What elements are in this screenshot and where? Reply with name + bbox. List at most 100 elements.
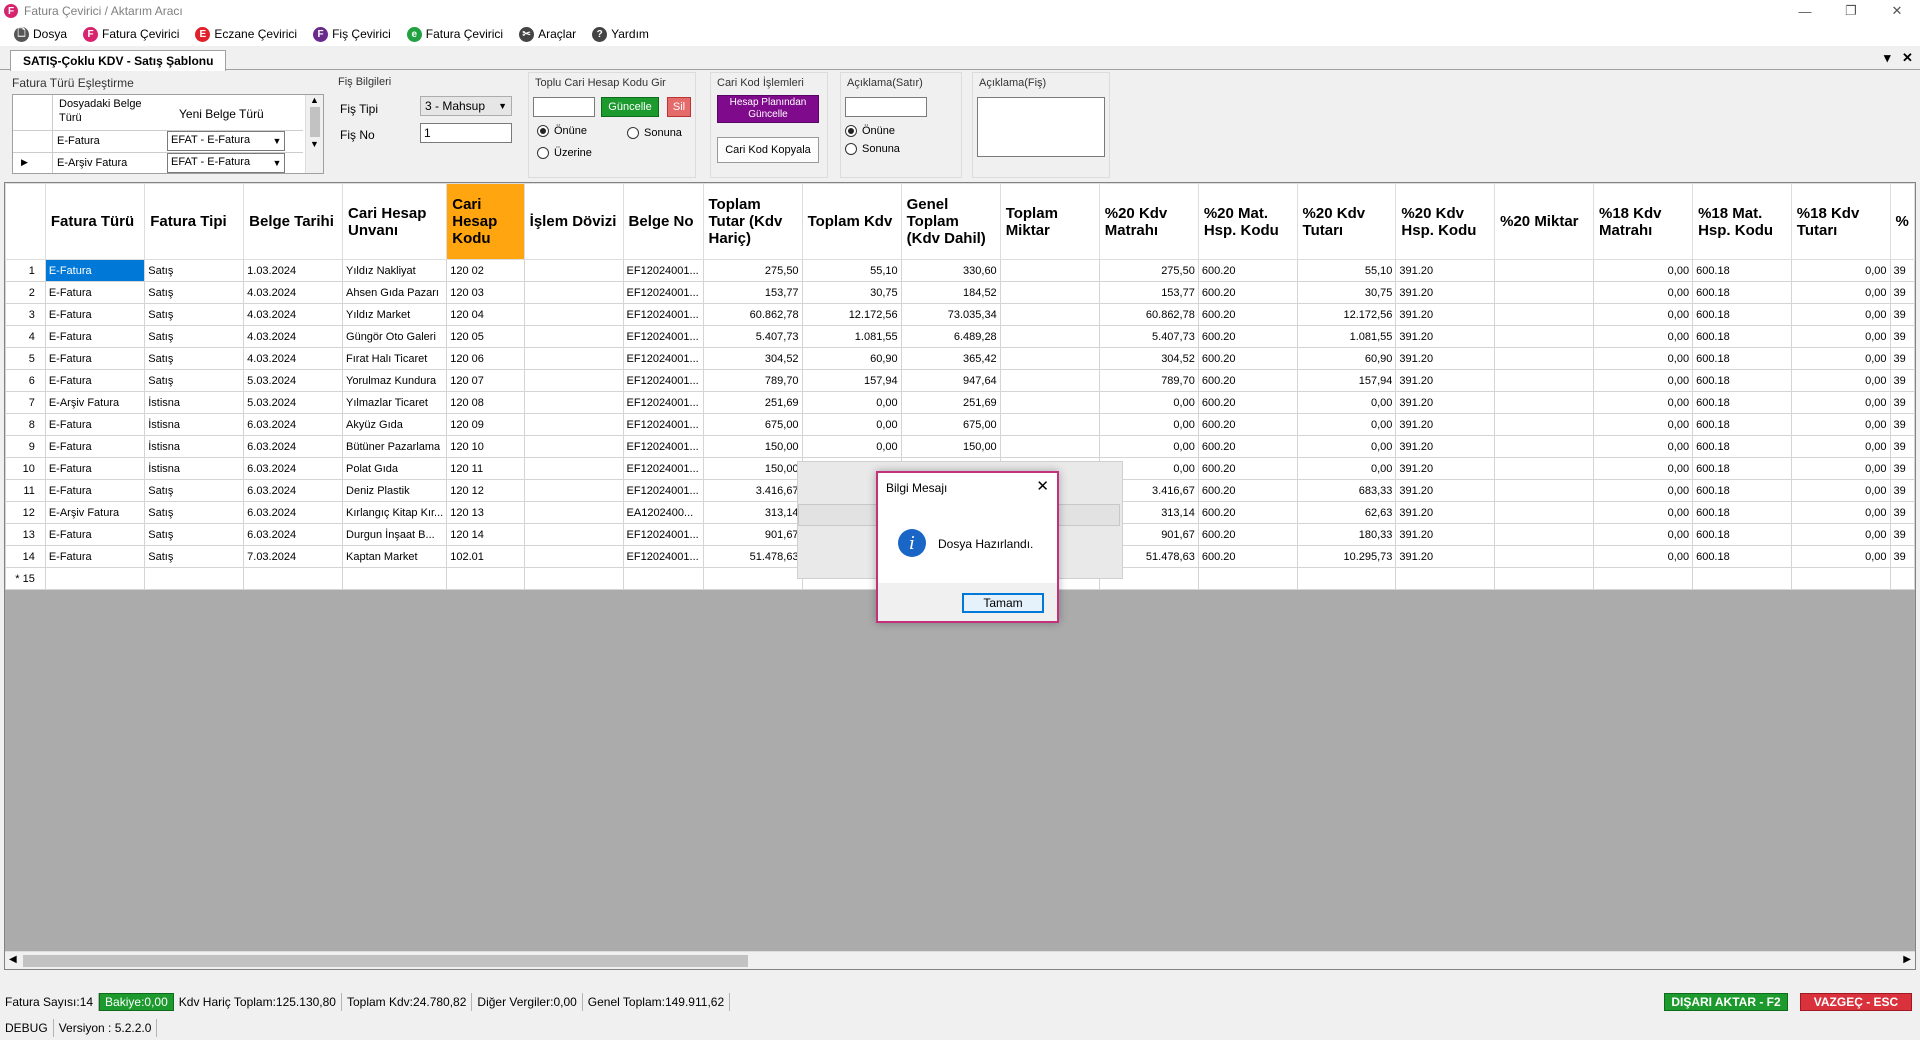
table-cell[interactable]: 39 [1889,281,1915,304]
table-cell[interactable]: 39 [1889,479,1915,502]
table-cell[interactable]: Satış [144,303,245,326]
table-cell[interactable]: 675,00 [702,413,803,436]
column-header[interactable]: %18 Kdv Matrahı [1592,183,1694,260]
table-cell[interactable]: 0,00 [1098,435,1199,458]
row-number[interactable]: 8 [5,413,46,436]
table-cell[interactable] [342,567,448,590]
table-cell[interactable] [1494,281,1594,304]
table-cell[interactable] [999,435,1100,458]
table-cell[interactable] [1692,567,1792,590]
table-cell[interactable]: 0,00 [1592,523,1694,546]
table-cell[interactable]: 600.20 [1197,303,1298,326]
table-cell[interactable]: 153,77 [702,281,803,304]
table-cell[interactable]: 0,00 [1790,303,1891,326]
table-row[interactable]: 5 E-Fatura Satış 4.03.2024 Fırat Halı Ticare… [5,347,1915,370]
toplu-radio-onune[interactable]: Önüne [537,125,587,137]
table-cell[interactable]: 55,10 [801,259,902,282]
table-cell[interactable]: 0,00 [1592,391,1694,414]
table-cell[interactable]: E-Fatura [44,281,146,304]
table-cell[interactable]: 39 [1889,325,1915,348]
table-cell[interactable]: 0,00 [1098,391,1199,414]
table-cell[interactable]: E-Fatura [44,325,146,348]
table-cell[interactable] [1395,567,1496,590]
table-cell[interactable]: 600.18 [1692,281,1792,304]
table-cell[interactable]: 0,00 [1790,435,1891,458]
column-header[interactable]: Cari Hesap Unvanı [342,183,448,260]
column-header[interactable]: Belge Tarihi [243,183,344,260]
table-cell[interactable] [999,303,1100,326]
table-cell[interactable]: 55,10 [1296,259,1397,282]
table-cell[interactable] [1494,545,1594,568]
scroll-thumb[interactable] [309,107,320,137]
horizontal-scroll-thumb[interactable] [23,955,748,967]
table-cell[interactable]: İstisna [144,457,245,480]
table-cell[interactable] [1494,347,1594,370]
toplu-delete-button[interactable]: Sil [667,97,691,117]
table-cell[interactable]: 675,00 [900,413,1001,436]
table-cell[interactable]: E-Fatura [44,457,146,480]
table-cell[interactable] [1494,457,1594,480]
table-cell[interactable]: 6.489,28 [900,325,1001,348]
table-cell[interactable] [1494,523,1594,546]
table-cell[interactable] [1494,479,1594,502]
table-cell[interactable]: 391.20 [1395,281,1496,304]
chevron-down-icon[interactable]: ▼ [269,132,285,150]
row-number[interactable]: 7 [5,391,46,414]
hesap-plan-update-button[interactable]: Hesap Planından Güncelle [717,95,819,123]
table-cell[interactable]: Yorulmaz Kundura [342,369,448,392]
column-header[interactable]: Genel Toplam (Kdv Dahil) [900,183,1001,260]
cari-kod-copy-button[interactable]: Cari Kod Kopyala [717,137,819,163]
table-cell[interactable]: 600.18 [1692,457,1792,480]
table-cell[interactable]: 0,00 [1790,369,1891,392]
table-cell[interactable]: 600.18 [1692,303,1792,326]
table-cell[interactable]: EF12024001... [622,259,704,282]
table-cell[interactable]: 683,33 [1296,479,1397,502]
table-cell[interactable]: 6.03.2024 [243,413,344,436]
minimize-button[interactable]: — [1782,0,1828,22]
new-row-marker[interactable]: * 15 [5,567,46,590]
table-cell[interactable]: 391.20 [1395,347,1496,370]
fis-tip-select[interactable]: 3 - Mahsup ▼ [420,96,512,116]
row-number[interactable]: 13 [5,523,46,546]
table-cell[interactable]: 313,14 [702,501,803,524]
table-cell[interactable]: Ahsen Gıda Pazarı [342,281,448,304]
table-cell[interactable]: 39 [1889,391,1915,414]
tab-close-icon[interactable]: ✕ [1902,50,1913,66]
table-cell[interactable]: 0,00 [1592,435,1694,458]
table-cell[interactable]: Bütüner Pazarlama [342,435,448,458]
table-cell[interactable]: 0,00 [1592,501,1694,524]
table-cell[interactable] [1889,567,1915,590]
table-row[interactable]: 9 E-Fatura İstisna 6.03.2024 Bütüner Pazarla… [5,435,1915,458]
table-cell[interactable]: 5.407,73 [702,325,803,348]
table-cell[interactable]: İstisna [144,413,245,436]
table-cell[interactable]: 0,00 [1790,457,1891,480]
horizontal-scrollbar[interactable]: ◀ ▶ [5,951,1915,969]
table-cell[interactable]: 6.03.2024 [243,479,344,502]
table-cell[interactable]: 7.03.2024 [243,545,344,568]
menu-item-0[interactable]: 🗋 Dosya [14,26,67,42]
toplu-code-input[interactable] [533,97,595,117]
table-cell[interactable]: Satış [144,523,245,546]
table-cell[interactable]: Güngör Oto Galeri [342,325,448,348]
table-cell[interactable]: 0,00 [1790,523,1891,546]
column-header[interactable]: %18 Kdv Tutarı [1790,183,1891,260]
row-number[interactable]: 3 [5,303,46,326]
table-cell[interactable]: 0,00 [1592,281,1694,304]
menu-item-5[interactable]: ✂ Araçlar [519,26,576,42]
table-row[interactable]: 6 E-Fatura Satış 5.03.2024 Yorulmaz Kundura 1… [5,369,1915,392]
table-cell[interactable] [523,281,624,304]
row-number[interactable]: 5 [5,347,46,370]
table-cell[interactable] [523,545,624,568]
table-cell[interactable]: 1.03.2024 [243,259,344,282]
menu-item-4[interactable]: e Fatura Çevirici [406,26,503,42]
table-cell[interactable] [523,567,624,590]
table-cell[interactable]: 6.03.2024 [243,457,344,480]
table-cell[interactable] [523,523,624,546]
dialog-close-icon[interactable]: ✕ [1036,477,1049,495]
table-cell[interactable] [523,501,624,524]
table-cell[interactable]: 0,00 [1790,281,1891,304]
table-cell[interactable]: 60.862,78 [702,303,803,326]
table-cell[interactable]: 120 03 [446,281,525,304]
table-cell[interactable]: Polat Gıda [342,457,448,480]
table-cell[interactable]: 600.20 [1197,369,1298,392]
